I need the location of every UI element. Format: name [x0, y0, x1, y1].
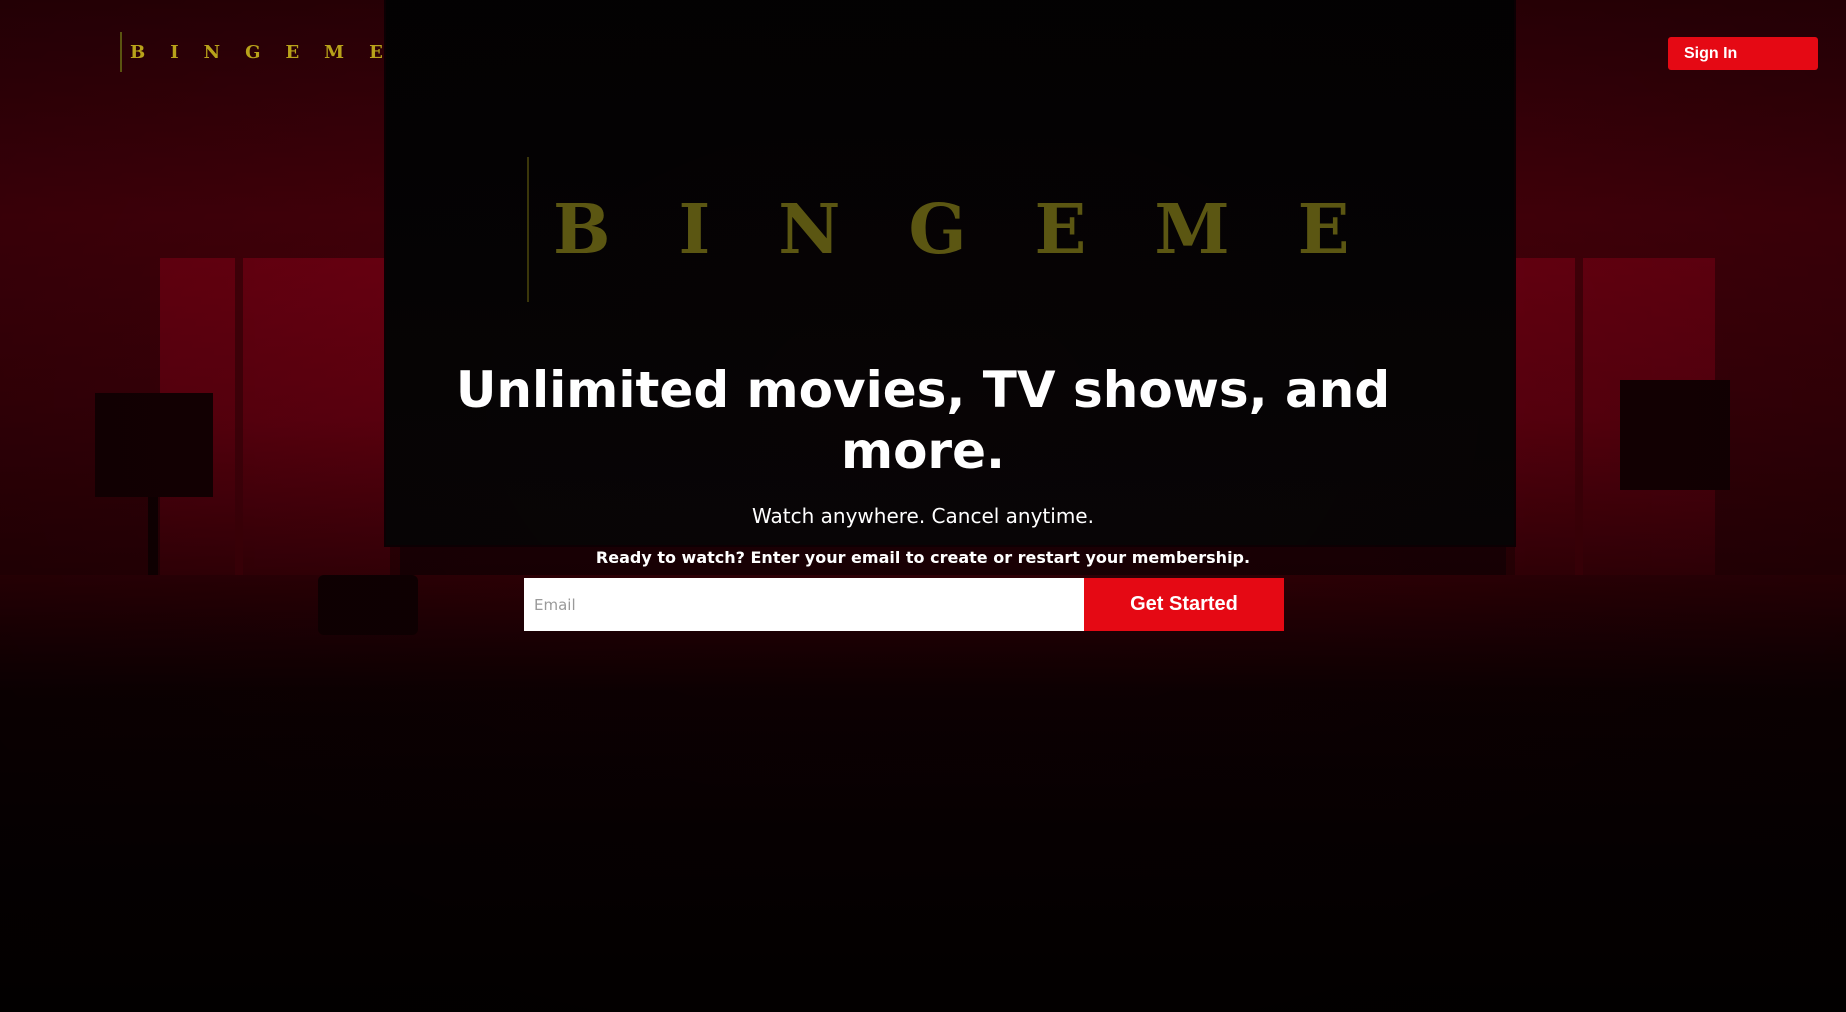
landing-page: BINGEME Sign In BINGEME Unlimited movies…: [0, 0, 1846, 1012]
email-input[interactable]: [524, 578, 1084, 631]
signup-prompt: Ready to watch? Enter your email to crea…: [595, 548, 1251, 567]
hero-logo-text: BINGEME: [553, 189, 1418, 270]
get-started-button[interactable]: Get Started: [1084, 578, 1284, 631]
hero-headline: Unlimited movies, TV shows, and more.: [455, 361, 1391, 480]
header-logo[interactable]: BINGEME: [120, 32, 408, 72]
hero-logo: BINGEME: [527, 157, 1417, 302]
email-signup-form: Get Started: [524, 578, 1284, 631]
sign-in-button[interactable]: Sign In: [1668, 37, 1818, 70]
hero-subhead: Watch anywhere. Cancel anytime.: [752, 504, 1094, 528]
header-logo-text: BINGEME: [130, 41, 408, 63]
